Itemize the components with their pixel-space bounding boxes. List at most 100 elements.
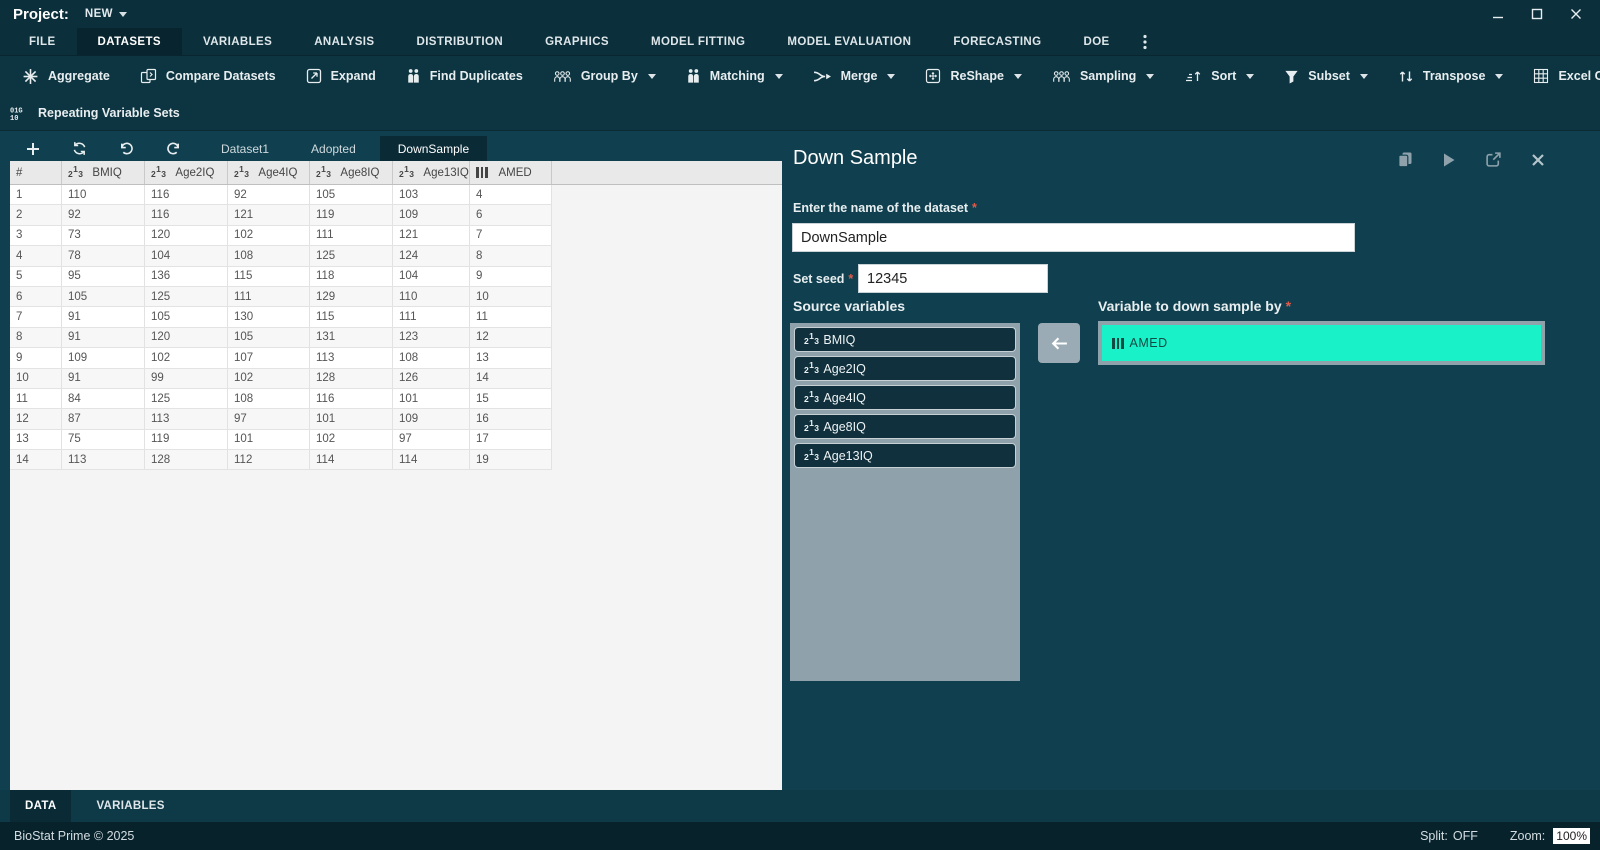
data-cell[interactable]: 105 (228, 327, 310, 348)
tool-compare-datasets[interactable]: Compare Datasets (140, 68, 276, 84)
data-cell[interactable]: 84 (62, 388, 145, 409)
row-index-cell[interactable]: 1 (10, 185, 62, 205)
data-cell[interactable]: 14 (470, 368, 552, 388)
data-cell[interactable]: 114 (393, 450, 470, 470)
column-header-[interactable]: # (10, 161, 62, 184)
table-row[interactable]: 9 109 102 107 113 108 13 (10, 348, 552, 369)
column-header-age4iq[interactable]: 2 1 3 Age4IQ (228, 161, 310, 184)
menu-tab-graphics[interactable]: GRAPHICS (524, 28, 630, 55)
data-cell[interactable]: 87 (62, 409, 145, 429)
table-row[interactable]: 10 91 99 102 128 126 14 (10, 368, 552, 389)
data-cell[interactable]: 109 (393, 409, 470, 429)
table-row[interactable]: 6 105 125 111 129 110 10 (10, 286, 552, 308)
data-cell[interactable]: 109 (62, 348, 145, 368)
seed-input[interactable] (858, 264, 1048, 293)
row-index-cell[interactable]: 10 (10, 368, 62, 388)
data-cell[interactable]: 99 (145, 368, 228, 388)
data-cell[interactable]: 125 (145, 388, 228, 409)
menu-tab-model-fitting[interactable]: MODEL FITTING (630, 28, 766, 55)
table-row[interactable]: 12 87 113 97 101 109 16 (10, 409, 552, 430)
data-cell[interactable]: 10 (470, 286, 552, 307)
table-row[interactable]: 4 78 104 108 125 124 8 (10, 246, 552, 267)
data-cell[interactable]: 115 (310, 307, 393, 327)
tool-expand[interactable]: Expand (306, 68, 376, 84)
data-cell[interactable]: 17 (470, 429, 552, 450)
data-cell[interactable]: 15 (470, 388, 552, 409)
data-cell[interactable]: 112 (228, 450, 310, 470)
row-index-cell[interactable]: 2 (10, 205, 62, 225)
dataset-tab-dataset1[interactable]: Dataset1 (203, 136, 287, 161)
row-index-cell[interactable]: 3 (10, 225, 62, 246)
tool-excel-cleanup[interactable]: Excel Cleanup (1533, 68, 1600, 84)
data-cell[interactable]: 97 (228, 409, 310, 429)
data-cell[interactable]: 101 (228, 429, 310, 450)
data-cell[interactable]: 128 (310, 368, 393, 388)
table-row[interactable]: 5 95 136 115 118 104 9 (10, 266, 552, 287)
row-index-cell[interactable]: 12 (10, 409, 62, 429)
data-cell[interactable]: 73 (62, 225, 145, 246)
data-cell[interactable]: 120 (145, 327, 228, 348)
table-row[interactable]: 3 73 120 102 111 121 7 (10, 225, 552, 247)
source-variable-age8iq[interactable]: 2 1 3 Age8IQ (794, 414, 1016, 439)
data-cell[interactable]: 11 (470, 307, 552, 327)
table-row[interactable]: 11 84 125 108 116 101 15 (10, 388, 552, 410)
data-cell[interactable]: 130 (228, 307, 310, 327)
data-cell[interactable]: 116 (310, 388, 393, 409)
data-cell[interactable]: 123 (393, 327, 470, 348)
data-cell[interactable]: 8 (470, 246, 552, 266)
menu-tab-forecasting[interactable]: FORECASTING (932, 28, 1062, 55)
data-cell[interactable]: 108 (393, 348, 470, 368)
table-row[interactable]: 1 110 116 92 105 103 4 (10, 185, 552, 206)
data-cell[interactable]: 121 (393, 225, 470, 246)
data-cell[interactable]: 125 (145, 286, 228, 307)
undo-button[interactable] (103, 136, 150, 161)
row-index-cell[interactable]: 5 (10, 266, 62, 286)
data-cell[interactable]: 104 (393, 266, 470, 286)
data-cell[interactable]: 115 (228, 266, 310, 286)
data-cell[interactable]: 111 (393, 307, 470, 327)
data-cell[interactable]: 4 (470, 185, 552, 205)
menu-tab-distribution[interactable]: DISTRIBUTION (395, 28, 524, 55)
data-cell[interactable]: 92 (228, 185, 310, 205)
tool-sort[interactable]: Sort (1184, 69, 1255, 83)
tool-matching[interactable]: Matching (686, 68, 783, 84)
data-cell[interactable]: 113 (62, 450, 145, 470)
data-cell[interactable]: 13 (470, 348, 552, 368)
zoom-value[interactable]: 100% (1553, 828, 1590, 844)
row-index-cell[interactable]: 7 (10, 307, 62, 327)
menu-tab-model-evaluation[interactable]: MODEL EVALUATION (766, 28, 932, 55)
data-cell[interactable]: 113 (310, 348, 393, 368)
data-cell[interactable]: 102 (228, 225, 310, 246)
data-cell[interactable]: 91 (62, 307, 145, 327)
data-cell[interactable]: 97 (393, 429, 470, 450)
data-cell[interactable]: 101 (393, 388, 470, 409)
close-panel-icon[interactable] (1531, 153, 1545, 167)
data-cell[interactable]: 9 (470, 266, 552, 286)
data-cell[interactable]: 116 (145, 205, 228, 225)
view-tab-variables[interactable]: VARIABLES (81, 790, 179, 822)
data-cell[interactable]: 111 (310, 225, 393, 246)
view-tab-data[interactable]: DATA (10, 790, 72, 822)
source-variable-bmiq[interactable]: 2 1 3 BMIQ (794, 327, 1016, 352)
data-cell[interactable]: 107 (228, 348, 310, 368)
tool-group-by[interactable]: Group By (553, 69, 656, 83)
add-dataset-button[interactable] (10, 136, 56, 161)
data-cell[interactable]: 102 (228, 368, 310, 388)
table-row[interactable]: 14 113 128 112 114 114 19 (10, 450, 552, 471)
data-cell[interactable]: 124 (393, 246, 470, 266)
data-cell[interactable]: 105 (62, 286, 145, 307)
move-left-button[interactable] (1038, 323, 1080, 363)
row-index-cell[interactable]: 14 (10, 450, 62, 470)
redo-button[interactable] (150, 136, 197, 161)
minimize-icon[interactable] (1492, 8, 1504, 20)
source-variable-age13iq[interactable]: 2 1 3 Age13IQ (794, 443, 1016, 468)
dataset-tab-downsample[interactable]: DownSample (379, 136, 488, 161)
data-cell[interactable]: 95 (62, 266, 145, 286)
column-header-age8iq[interactable]: 2 1 3 Age8IQ (310, 161, 393, 184)
source-variable-age2iq[interactable]: 2 1 3 Age2IQ (794, 356, 1016, 381)
data-cell[interactable]: 121 (228, 205, 310, 225)
menu-tab-datasets[interactable]: DATASETS (76, 28, 182, 55)
tool-subset[interactable]: Subset (1284, 69, 1368, 84)
data-cell[interactable]: 75 (62, 429, 145, 450)
table-row[interactable]: 7 91 105 130 115 111 11 (10, 307, 552, 328)
